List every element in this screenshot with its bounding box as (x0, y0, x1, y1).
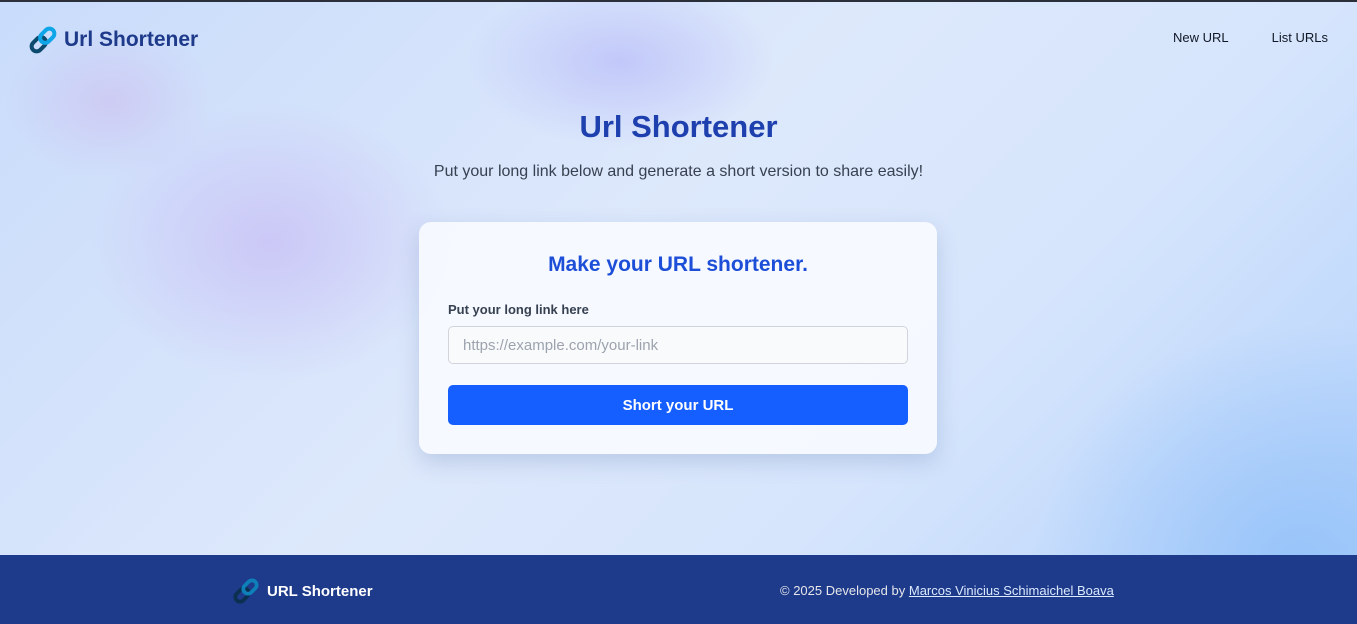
author-link[interactable]: Marcos Vinicius Schimaichel Boava (909, 583, 1114, 598)
top-nav: New URL List URLs (1173, 30, 1328, 45)
brand-name: Url Shortener (64, 28, 199, 51)
footer-brand: URL Shortener (231, 576, 373, 606)
long-link-input[interactable] (448, 326, 908, 364)
page-title: Url Shortener (579, 109, 778, 144)
footer-copyright: © 2025 Developed by Marcos Vinicius Schi… (780, 583, 1114, 598)
site-header: Url Shortener New URL List URLs (0, 2, 1357, 74)
footer-brand-name: URL Shortener (267, 582, 373, 600)
long-link-label: Put your long link here (448, 302, 589, 317)
nav-list-urls[interactable]: List URLs (1272, 30, 1328, 45)
site-footer: URL Shortener © 2025 Developed by Marcos… (0, 555, 1357, 624)
shorten-form-card: Make your URL shortener. Put your long l… (419, 222, 937, 454)
nav-new-url[interactable]: New URL (1173, 30, 1229, 45)
shorten-url-button[interactable]: Short your URL (448, 385, 908, 425)
copyright-text: © 2025 Developed by (780, 583, 906, 598)
link-icon (27, 24, 59, 56)
page-subtitle: Put your long link below and generate a … (433, 163, 924, 180)
brand-logo[interactable]: Url Shortener (27, 24, 198, 56)
link-icon (231, 576, 261, 606)
form-title: Make your URL shortener. (548, 253, 808, 276)
main-content: Url Shortener New URL List URLs Url Shor… (0, 2, 1357, 555)
